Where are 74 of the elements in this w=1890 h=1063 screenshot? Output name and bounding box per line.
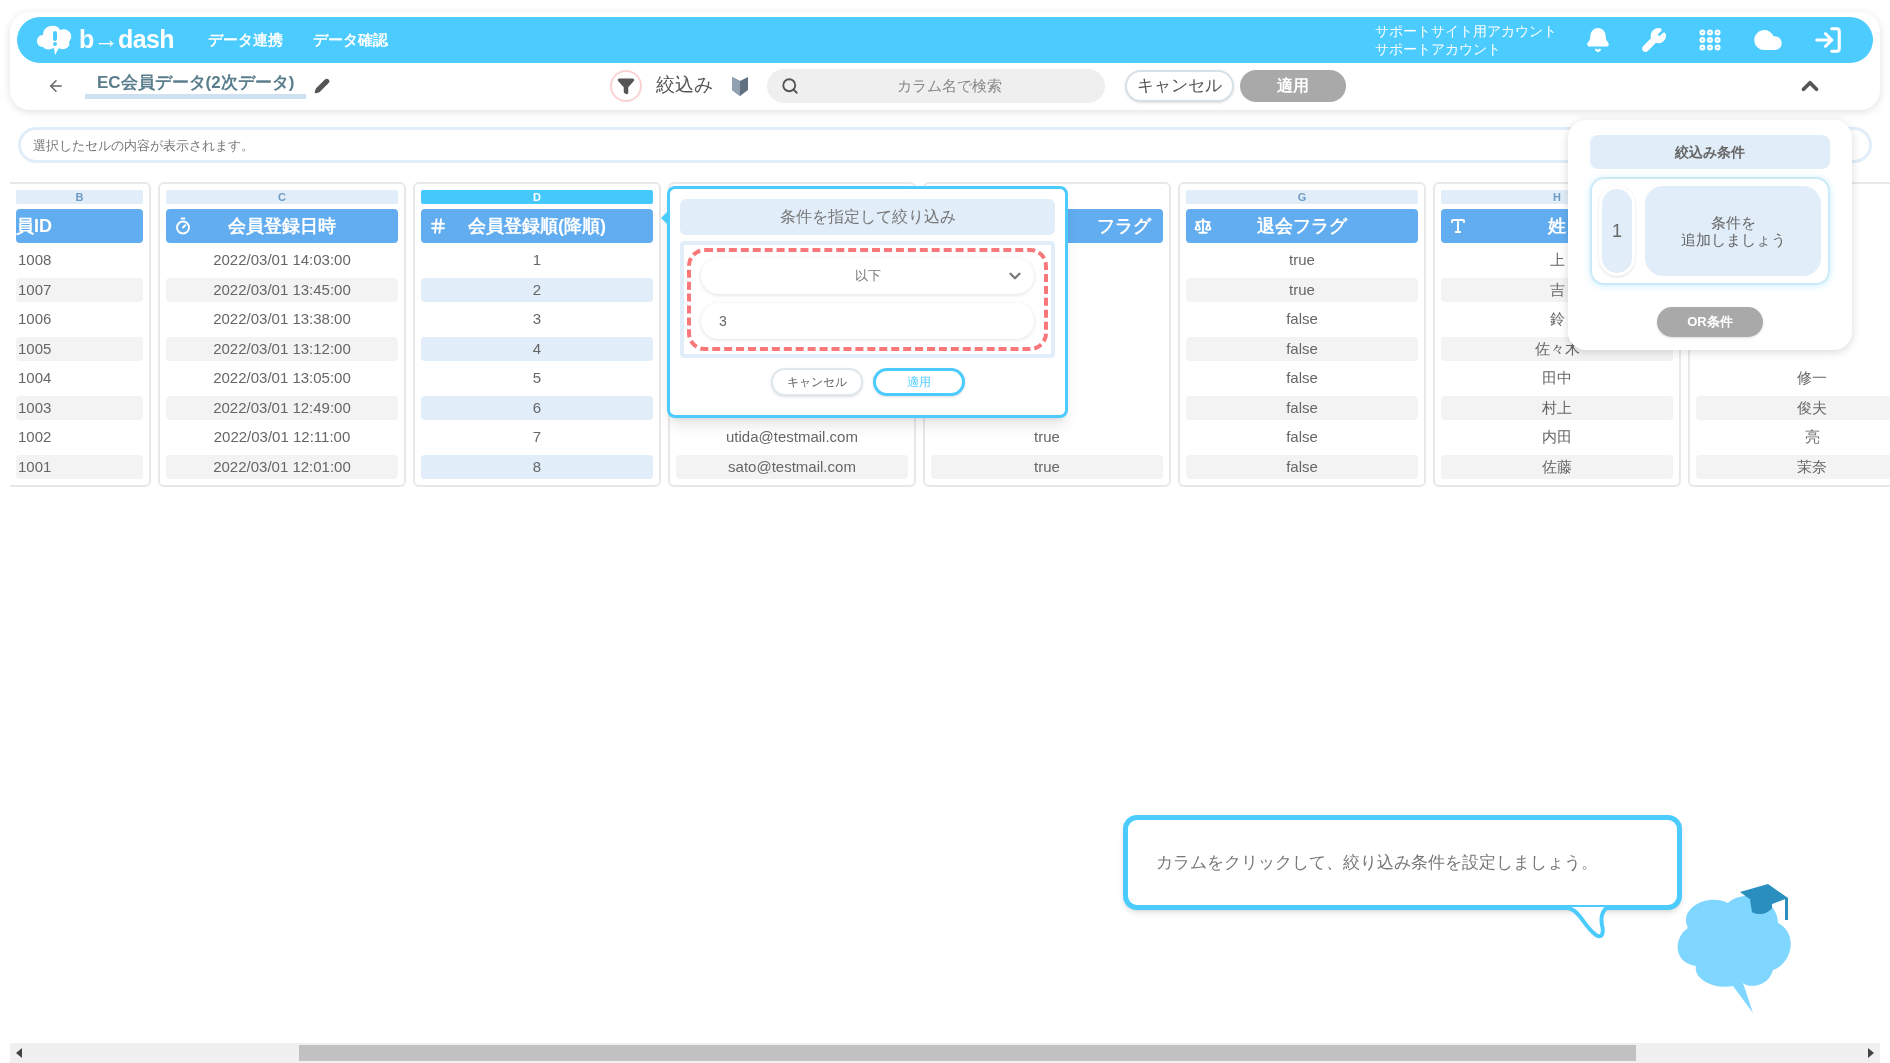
account-name: サポートサイト用アカウント [1375, 22, 1557, 40]
value-input[interactable]: 3 [719, 310, 1016, 332]
table-cell[interactable]: 3 [421, 307, 653, 332]
condition-text: 追加しましょう [1680, 231, 1786, 248]
table-cell[interactable]: 2022/03/01 12:11:00 [166, 425, 398, 450]
table-cell[interactable]: sato@testmail.com [676, 455, 908, 479]
table-cell[interactable]: 8 [421, 455, 653, 479]
table-cell[interactable]: 1003 [16, 396, 143, 420]
table-cell[interactable]: 佐藤 [1441, 455, 1673, 479]
table-cell[interactable]: 内田 [1441, 425, 1673, 450]
type-icon [1449, 217, 1467, 235]
account-name: サポートアカウント [1375, 40, 1502, 58]
scrollbar[interactable] [10, 1043, 1880, 1063]
table-cell[interactable]: 亮 [1696, 425, 1890, 450]
condition-card[interactable]: 1 条件を 追加しましょう [1590, 177, 1830, 285]
table-cell[interactable]: 1002 [16, 425, 143, 450]
table-cell[interactable]: 2022/03/01 13:12:00 [166, 337, 398, 361]
logo-text: b→dash [79, 24, 174, 56]
table-cell[interactable]: 俊夫 [1696, 396, 1890, 420]
filter-label: 絞込み [656, 73, 714, 98]
condition-number: 1 [1599, 186, 1635, 276]
popover-cancel-button[interactable]: キャンセル [770, 368, 863, 396]
shield-icon[interactable] [731, 74, 750, 97]
scroll-right-icon[interactable] [1868, 1048, 1874, 1058]
table-cell[interactable]: 1008 [16, 248, 143, 273]
cancel-button[interactable]: キャンセル [1125, 69, 1235, 102]
table-cell[interactable]: false [1186, 455, 1418, 479]
table-cell[interactable]: 修一 [1696, 366, 1890, 391]
table-cell[interactable]: false [1186, 396, 1418, 420]
table-cell[interactable]: 4 [421, 337, 653, 361]
table-cell[interactable]: 村上 [1441, 396, 1673, 420]
condition-text: 条件を [1710, 214, 1756, 231]
table-cell[interactable]: 5 [421, 366, 653, 391]
table-cell[interactable]: false [1186, 366, 1418, 391]
table-cell[interactable]: 2022/03/01 13:45:00 [166, 278, 398, 302]
table-cell[interactable]: true [1186, 278, 1418, 302]
table-cell[interactable]: false [1186, 425, 1418, 450]
operator-select[interactable]: 以下 [701, 258, 1034, 294]
table-cell[interactable]: 2022/03/01 13:38:00 [166, 307, 398, 332]
table-cell[interactable]: 2022/03/01 12:49:00 [166, 396, 398, 420]
table-cell[interactable]: 1004 [16, 366, 143, 391]
table-cell[interactable]: 田中 [1441, 366, 1673, 391]
table-cell[interactable]: 2022/03/01 12:01:00 [166, 455, 398, 479]
table-cell[interactable]: 2022/03/01 14:03:00 [166, 248, 398, 273]
table-cell[interactable]: 1007 [16, 278, 143, 302]
table-cell[interactable]: 1001 [16, 455, 143, 479]
table-cell[interactable]: 1005 [16, 337, 143, 361]
search-field[interactable]: カラム名で検索 [767, 68, 1106, 103]
popover-title: 条件を指定して絞り込み [680, 199, 1055, 235]
table-cell[interactable]: 2022/03/01 13:05:00 [166, 366, 398, 391]
table-cell[interactable]: 1006 [16, 307, 143, 332]
table-cell[interactable]: false [1186, 337, 1418, 361]
value-field[interactable]: 3 [701, 303, 1034, 339]
table-cell[interactable]: 茉奈 [1696, 455, 1890, 479]
scale-icon [1194, 217, 1212, 235]
table-cell[interactable]: utida@testmail.com [676, 425, 908, 450]
filter-icon [617, 76, 636, 95]
panel-title: 絞込み条件 [1590, 135, 1830, 169]
scrollbar-thumb[interactable] [299, 1045, 1636, 1061]
scroll-left-icon[interactable] [16, 1048, 22, 1058]
table-cell[interactable]: true [931, 455, 1163, 479]
filter-button[interactable] [610, 69, 643, 102]
pencil-icon[interactable] [314, 77, 331, 94]
search-icon [781, 76, 800, 95]
table-cell[interactable]: true [931, 425, 1163, 450]
table-cell[interactable]: true [1186, 248, 1418, 273]
table-cell[interactable]: 6 [421, 396, 653, 420]
table-cell[interactable]: 2 [421, 278, 653, 302]
table-cell[interactable]: 7 [421, 425, 653, 450]
table-cell[interactable]: false [1186, 307, 1418, 332]
hash-icon [429, 217, 447, 235]
dataset-title: EC会員データ(2次データ) [85, 72, 307, 99]
table-cell[interactable]: 1 [421, 248, 653, 273]
timer-icon [174, 217, 192, 235]
